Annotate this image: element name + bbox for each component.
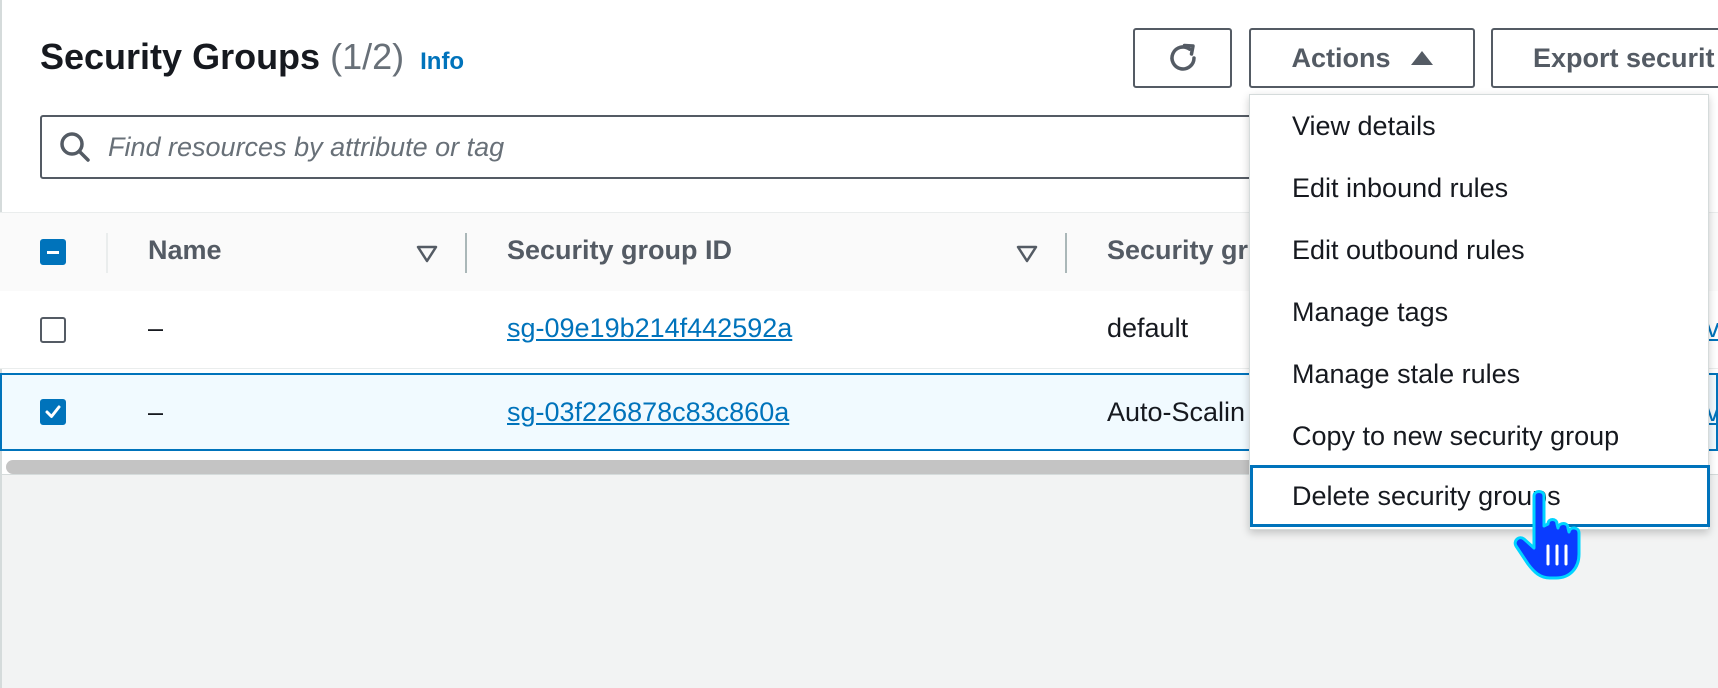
column-header-security-group-name[interactable]: Security gr <box>1107 235 1248 266</box>
refresh-icon <box>1169 43 1196 71</box>
check-icon <box>45 405 61 418</box>
menu-item-edit-inbound-rules[interactable]: Edit inbound rules <box>1250 157 1710 219</box>
actions-button-label: Actions <box>1291 42 1391 73</box>
selection-count: (1/2) <box>330 36 405 77</box>
menu-item-manage-tags[interactable]: Manage tags <box>1250 281 1710 343</box>
export-button-label: Export securit <box>1533 42 1715 73</box>
page-title: Security Groups <box>40 36 321 77</box>
column-separator <box>106 233 108 273</box>
export-button[interactable]: Export securit <box>1491 28 1718 88</box>
row-name: – <box>148 397 164 427</box>
row-checkbox[interactable] <box>40 317 66 343</box>
caret-up-icon <box>1410 51 1433 65</box>
menu-item-delete-security-groups[interactable]: Delete security groups <box>1250 465 1710 527</box>
row-name: – <box>148 313 164 343</box>
column-resizer[interactable] <box>1065 233 1067 273</box>
search-bar <box>40 115 1320 179</box>
select-all-checkbox[interactable] <box>40 239 66 265</box>
security-group-id-link[interactable]: sg-03f226878c83c860a <box>507 397 789 428</box>
sort-down-icon[interactable] <box>416 245 438 263</box>
column-resizer[interactable] <box>465 233 467 273</box>
actions-dropdown-menu: View details Edit inbound rules Edit out… <box>1249 94 1710 530</box>
security-group-id-link[interactable]: sg-09e19b214f442592a <box>507 313 792 344</box>
row-checkbox[interactable] <box>40 399 66 425</box>
refresh-button[interactable] <box>1133 28 1232 88</box>
search-input[interactable] <box>106 130 1210 164</box>
menu-item-edit-outbound-rules[interactable]: Edit outbound rules <box>1250 219 1710 281</box>
actions-button[interactable]: Actions <box>1249 28 1475 88</box>
search-icon <box>60 132 90 162</box>
column-header-security-group-id[interactable]: Security group ID <box>507 235 732 266</box>
hand-pointer-cursor-icon <box>1513 490 1581 580</box>
security-group-name: Auto-Scalin <box>1107 397 1246 427</box>
menu-item-copy-to-new-security-group[interactable]: Copy to new security group <box>1250 405 1710 467</box>
page-header: Security Groups (1/2) Info <box>40 36 464 84</box>
menu-item-manage-stale-rules[interactable]: Manage stale rules <box>1250 343 1710 405</box>
info-link[interactable]: Info <box>420 48 464 76</box>
sort-down-icon[interactable] <box>1016 245 1038 263</box>
menu-item-view-details[interactable]: View details <box>1250 95 1710 157</box>
column-header-name[interactable]: Name <box>148 235 222 266</box>
security-group-name: default <box>1107 313 1189 343</box>
